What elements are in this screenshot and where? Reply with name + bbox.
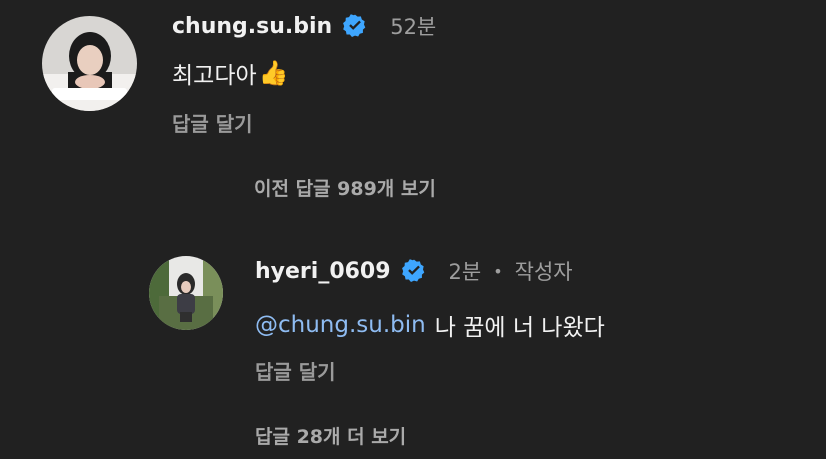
thumbs-up-emoji-icon: 👍 [258, 59, 289, 87]
reply-header: hyeri_0609 2분 • 작성자 [255, 256, 573, 286]
separator-dot: • [493, 261, 503, 281]
comment-text: 최고다아 [172, 63, 257, 89]
reply-button[interactable]: 답글 달기 [255, 356, 336, 385]
comment-time: 52분 [390, 15, 437, 39]
commenter-username[interactable]: chung.su.bin [172, 14, 332, 39]
reply-time: 2분 [448, 260, 482, 284]
comment-body: 최고다아 👍 [172, 56, 289, 90]
reply-button[interactable]: 답글 달기 [172, 108, 253, 137]
comment-header: chung.su.bin 52분 [172, 11, 436, 41]
reply-text: 나 꿈에 너 나왔다 [434, 315, 605, 341]
verified-badge-icon [401, 258, 427, 284]
reply-author-avatar[interactable] [149, 256, 223, 330]
reply-body: @chung.su.bin 나 꿈에 너 나왔다 [255, 308, 605, 342]
commenter-avatar[interactable] [42, 16, 137, 111]
view-more-replies-button[interactable]: 답글 28개 더 보기 [255, 422, 406, 449]
mention-link[interactable]: @chung.su.bin [255, 312, 426, 338]
verified-badge-icon [342, 13, 368, 39]
author-tag: 작성자 [514, 260, 573, 284]
reply-username[interactable]: hyeri_0609 [255, 259, 391, 284]
view-previous-replies-button[interactable]: 이전 답글 989개 보기 [254, 174, 436, 201]
